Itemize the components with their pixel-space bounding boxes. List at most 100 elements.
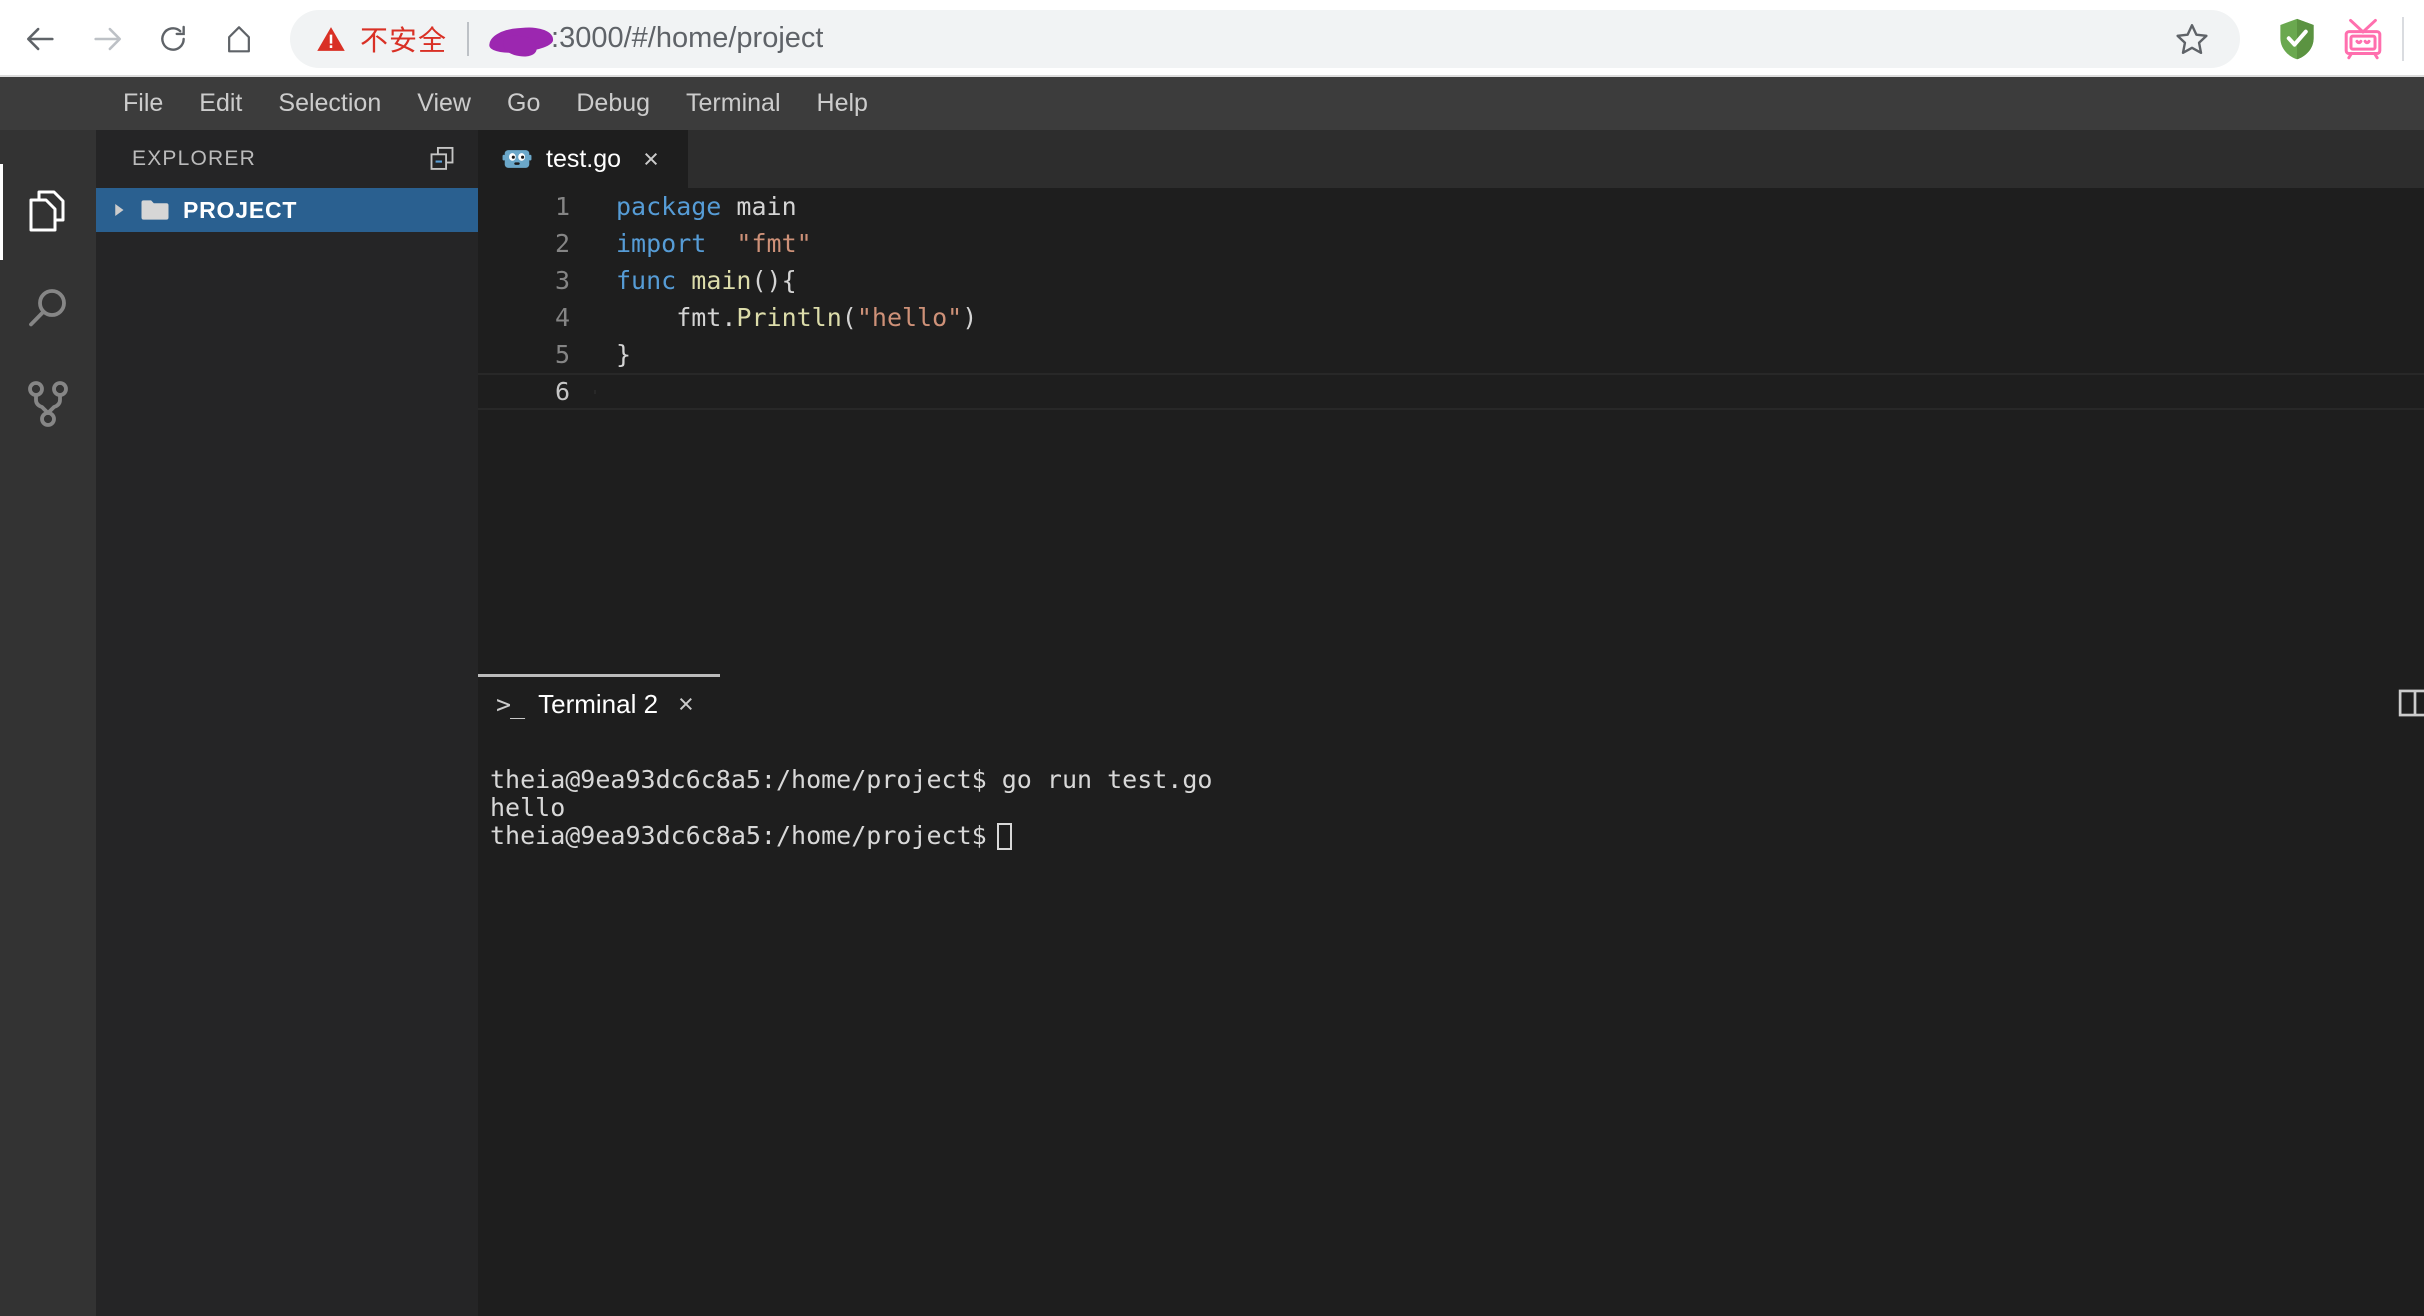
- tv-extension-button[interactable]: [2330, 6, 2396, 72]
- folder-icon: [140, 198, 170, 222]
- folder-closed-icon: [141, 200, 169, 220]
- editor-tab-bar: test.go ×: [478, 130, 2424, 188]
- collapse-all-icon: [430, 146, 454, 170]
- files-icon: [29, 190, 65, 232]
- home-button[interactable]: [206, 6, 272, 72]
- split-terminal-button[interactable]: [2398, 688, 2424, 723]
- reload-button[interactable]: [140, 6, 206, 72]
- code-text: import "fmt": [594, 229, 2424, 258]
- source-control-icon: [28, 381, 68, 427]
- omnibox-divider: [467, 21, 470, 56]
- browser-toolbar: 不安全 :3000/#/home/project: [0, 0, 2424, 77]
- search-icon: [29, 289, 66, 327]
- back-button[interactable]: [8, 6, 74, 72]
- token-function: main: [691, 266, 752, 295]
- code-line[interactable]: 3 func main(){: [478, 262, 2424, 299]
- token-plain: }: [616, 340, 632, 369]
- explorer-sidebar: EXPLORER PROJECT: [96, 130, 478, 1316]
- terminal-panel: >_ Terminal 2 × theia@9ea93dc6c8a5:/home…: [478, 674, 2424, 1316]
- chevron-right-icon[interactable]: [110, 201, 128, 219]
- token-plain: main: [721, 192, 797, 221]
- sidebar-item-project[interactable]: PROJECT: [96, 188, 478, 232]
- warning-triangle-icon: [317, 26, 345, 51]
- token-keyword: package: [616, 192, 722, 221]
- token-plain: (){: [751, 266, 797, 295]
- triangle-right-icon: [115, 204, 124, 216]
- adguard-extension-button[interactable]: [2264, 6, 2330, 72]
- token-plain: ): [962, 303, 978, 332]
- terminal-tab-close-button[interactable]: ×: [678, 690, 694, 718]
- line-number: 2: [554, 229, 570, 258]
- explorer-header: EXPLORER: [96, 130, 478, 188]
- not-secure-label: 不安全: [360, 24, 448, 56]
- menu-item-selection[interactable]: Selection: [260, 83, 399, 124]
- line-number: 4: [554, 303, 570, 332]
- line-number: 6: [554, 377, 570, 406]
- reload-icon: [161, 25, 185, 51]
- terminal-line: hello: [490, 793, 566, 822]
- menu-item-view[interactable]: View: [399, 83, 489, 124]
- code-text: func main(){: [594, 266, 2424, 295]
- line-number: 3: [554, 266, 570, 295]
- code-line[interactable]: 2 import "fmt": [478, 225, 2424, 262]
- toolbar-divider: [2402, 16, 2404, 61]
- star-icon: [2176, 23, 2208, 54]
- forward-button[interactable]: [74, 6, 140, 72]
- menu-item-help[interactable]: Help: [799, 83, 886, 124]
- code-text: package main: [594, 192, 2424, 221]
- code-line[interactable]: 1 package main: [478, 188, 2424, 225]
- token-plain: (: [841, 303, 857, 332]
- go-gopher-icon: [502, 150, 532, 168]
- activity-bar: [0, 130, 96, 1316]
- go-file-icon: [502, 146, 532, 172]
- menu-item-go[interactable]: Go: [489, 83, 558, 124]
- editor-area: test.go × 1 package main 2 import "fmt" …: [478, 130, 2424, 674]
- shield-check-icon: [2280, 18, 2314, 59]
- token-plain: fmt.: [616, 303, 737, 332]
- token-function: Println: [736, 303, 842, 332]
- activity-item-explorer[interactable]: [0, 164, 96, 260]
- home-icon: [228, 25, 250, 52]
- terminal-icon: >_: [496, 689, 525, 719]
- menu-item-file[interactable]: File: [105, 83, 181, 124]
- code-line[interactable]: 5 }: [478, 336, 2424, 373]
- activity-item-source-control[interactable]: [0, 356, 96, 452]
- arrow-left-icon: [26, 27, 54, 50]
- token-string: "fmt": [736, 229, 812, 258]
- activity-item-search[interactable]: [0, 260, 96, 356]
- code-editor[interactable]: 1 package main 2 import "fmt" 3 func mai…: [478, 188, 2424, 674]
- token-keyword: import: [616, 229, 707, 258]
- menu-item-debug[interactable]: Debug: [558, 83, 668, 124]
- code-line[interactable]: 4 fmt.Println("hello"): [478, 299, 2424, 336]
- terminal-tab-bar: >_ Terminal 2 ×: [478, 674, 2424, 734]
- collapse-all-button[interactable]: [428, 145, 456, 173]
- line-number: 1: [554, 192, 570, 221]
- terminal-line: theia@9ea93dc6c8a5:/home/project$ go run…: [490, 765, 1213, 794]
- code-text: }: [594, 340, 2424, 369]
- terminal-prompt-line: theia@9ea93dc6c8a5:/home/project$: [490, 822, 2424, 850]
- url-container[interactable]: :3000/#/home/project: [489, 22, 2174, 55]
- url-host-redaction: [489, 24, 553, 54]
- menu-item-terminal[interactable]: Terminal: [668, 83, 798, 124]
- sidebar-item-project-label: PROJECT: [183, 196, 298, 223]
- terminal-output[interactable]: theia@9ea93dc6c8a5:/home/project$ go run…: [478, 734, 2424, 850]
- address-bar[interactable]: 不安全 :3000/#/home/project: [290, 9, 2240, 68]
- terminal-tab-label: Terminal 2: [538, 688, 659, 719]
- url-text: :3000/#/home/project: [551, 22, 824, 54]
- terminal-prompt-text: theia@9ea93dc6c8a5:/home/project$: [490, 821, 987, 850]
- terminal-cursor: [996, 822, 1012, 850]
- editor-tab-test-go[interactable]: test.go ×: [478, 130, 688, 188]
- terminal-tab-2[interactable]: >_ Terminal 2 ×: [478, 674, 720, 734]
- editor-tab-label: test.go: [546, 144, 622, 173]
- theia-ide: File Edit Selection View Go Debug Termin…: [0, 77, 2424, 1316]
- line-number: 5: [554, 340, 570, 369]
- editor-tab-close-button[interactable]: ×: [643, 145, 659, 173]
- not-secure-warning-icon[interactable]: [316, 24, 346, 54]
- code-text: fmt.Println("hello"): [594, 303, 2424, 332]
- extensions-area: [2264, 6, 2414, 72]
- code-line-current[interactable]: 6: [478, 373, 2424, 410]
- bookmark-button[interactable]: [2174, 21, 2210, 57]
- menu-item-edit[interactable]: Edit: [181, 83, 260, 124]
